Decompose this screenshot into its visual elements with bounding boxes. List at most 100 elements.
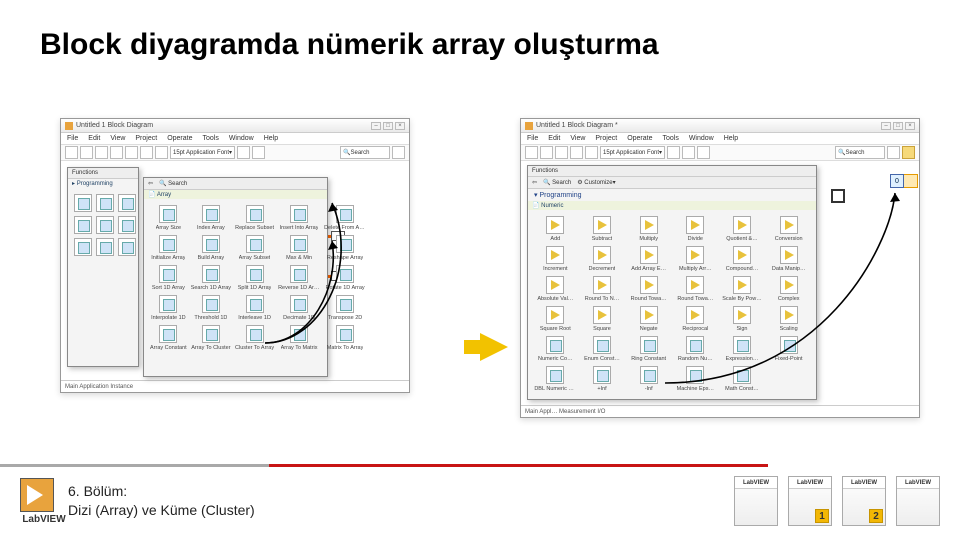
- maximize-button[interactable]: □: [383, 122, 393, 130]
- run-button[interactable]: [525, 146, 538, 159]
- palette-item[interactable]: Reverse 1D Array: [278, 265, 320, 291]
- menu-edit[interactable]: Edit: [548, 135, 560, 142]
- palette-item[interactable]: Matrix To Array: [324, 325, 366, 351]
- palette-item[interactable]: [74, 238, 92, 256]
- palette-item[interactable]: Increment: [534, 246, 577, 272]
- array-element-cell[interactable]: [904, 174, 918, 188]
- palette-item[interactable]: Interleave 1D: [235, 295, 274, 321]
- numeric-palette[interactable]: Functions ⇦ 🔍 Search ⚙ Customize▾ ▾ Prog…: [527, 165, 817, 400]
- palette-item[interactable]: Conversion: [767, 216, 810, 242]
- palette-item[interactable]: Array Subset: [235, 235, 274, 261]
- highlight-button[interactable]: [125, 146, 138, 159]
- palette-breadcrumb[interactable]: ▸ Programming: [68, 179, 138, 188]
- menu-project[interactable]: Project: [135, 135, 157, 142]
- palette-item[interactable]: DBL Numeric Constant: [534, 366, 577, 392]
- highlight-button[interactable]: [585, 146, 598, 159]
- palette-item[interactable]: Negate: [627, 306, 670, 332]
- abort-button[interactable]: [555, 146, 568, 159]
- close-button[interactable]: ×: [395, 122, 405, 130]
- minimize-button[interactable]: –: [371, 122, 381, 130]
- palette-item[interactable]: Add Array E…: [627, 246, 670, 272]
- help-button[interactable]: [887, 146, 900, 159]
- palette-item[interactable]: [74, 216, 92, 234]
- menu-help[interactable]: Help: [264, 135, 278, 142]
- palette-item[interactable]: Build Array: [191, 235, 231, 261]
- palette-item[interactable]: +Inf: [581, 366, 624, 392]
- palette-back-icon[interactable]: ⇦: [532, 179, 537, 186]
- palette-item[interactable]: Absolute Val…: [534, 276, 577, 302]
- constant-node[interactable]: [831, 189, 845, 203]
- vi-icon[interactable]: [902, 146, 915, 159]
- palette-item[interactable]: [118, 216, 136, 234]
- palette-item[interactable]: Add: [534, 216, 577, 242]
- palette-item[interactable]: -Inf: [627, 366, 670, 392]
- palette-item[interactable]: Round Towa…: [674, 276, 717, 302]
- palette-back-icon[interactable]: ⇦: [148, 180, 153, 187]
- palette-item[interactable]: Math Const…: [721, 366, 764, 392]
- palette-item[interactable]: Scale By Pow…: [721, 276, 764, 302]
- palette-item[interactable]: Array Size: [150, 205, 187, 231]
- palette-item[interactable]: Square Root: [534, 306, 577, 332]
- pause-button[interactable]: [570, 146, 583, 159]
- palette-item[interactable]: Reciprocal: [674, 306, 717, 332]
- menu-view[interactable]: View: [570, 135, 585, 142]
- palette-search[interactable]: 🔍 Search: [159, 180, 187, 187]
- palette-item[interactable]: Sign: [721, 306, 764, 332]
- palette-item[interactable]: Data Manip…: [767, 246, 810, 272]
- palette-item[interactable]: Delete From Array: [324, 205, 366, 231]
- palette-item[interactable]: Index Array: [191, 205, 231, 231]
- palette-item[interactable]: Insert Into Array: [278, 205, 320, 231]
- menu-operate[interactable]: Operate: [167, 135, 192, 142]
- palette-item[interactable]: Rotate 1D Array: [324, 265, 366, 291]
- palette-item[interactable]: Array Constant: [150, 325, 187, 351]
- palette-item[interactable]: [118, 238, 136, 256]
- window-titlebar[interactable]: Untitled 1 Block Diagram – □ ×: [61, 119, 409, 133]
- menu-operate[interactable]: Operate: [627, 135, 652, 142]
- menu-file[interactable]: File: [67, 135, 78, 142]
- array-index-cell[interactable]: 0: [890, 174, 904, 188]
- palette-item[interactable]: Reshape Array: [324, 235, 366, 261]
- palette-item[interactable]: Transpose 2D: [324, 295, 366, 321]
- palette-item[interactable]: Sort 1D Array: [150, 265, 187, 291]
- palette-item[interactable]: Subtract: [581, 216, 624, 242]
- palette-item[interactable]: Random Nu…: [674, 336, 717, 362]
- menubar[interactable]: File Edit View Project Operate Tools Win…: [521, 133, 919, 145]
- palette-item[interactable]: Machine Eps…: [674, 366, 717, 392]
- palette-item[interactable]: [96, 238, 114, 256]
- menu-tools[interactable]: Tools: [202, 135, 218, 142]
- abort-button[interactable]: [95, 146, 108, 159]
- palette-item[interactable]: Compound…: [721, 246, 764, 272]
- palette-item[interactable]: Interpolate 1D: [150, 295, 187, 321]
- palette-item[interactable]: Threshold 1D: [191, 295, 231, 321]
- palette-item[interactable]: Divide: [674, 216, 717, 242]
- distribute-button[interactable]: [252, 146, 265, 159]
- palette-item[interactable]: Fixed-Point: [767, 336, 810, 362]
- array-constant-node[interactable]: 0: [890, 174, 918, 188]
- menu-project[interactable]: Project: [595, 135, 617, 142]
- maximize-button[interactable]: □: [893, 122, 903, 130]
- palette-item[interactable]: [96, 216, 114, 234]
- palette-item[interactable]: Array To Matrix: [278, 325, 320, 351]
- palette-item[interactable]: [118, 194, 136, 212]
- palette-item[interactable]: Multiply Arr…: [674, 246, 717, 272]
- font-select[interactable]: 15pt Application Font ▾: [600, 146, 665, 159]
- palette-item[interactable]: Scaling: [767, 306, 810, 332]
- palette-item[interactable]: Expression…: [721, 336, 764, 362]
- reorder-button[interactable]: [697, 146, 710, 159]
- menu-help[interactable]: Help: [724, 135, 738, 142]
- palette-item[interactable]: Replace Subset: [235, 205, 274, 231]
- menubar[interactable]: File Edit View Project Operate Tools Win…: [61, 133, 409, 145]
- align-button[interactable]: [667, 146, 680, 159]
- palette-item[interactable]: Initialize Array: [150, 235, 187, 261]
- palette-item[interactable]: Array To Cluster: [191, 325, 231, 351]
- search-box[interactable]: 🔍 Search: [835, 146, 885, 159]
- palette-item[interactable]: Search 1D Array: [191, 265, 231, 291]
- functions-palette[interactable]: Functions ▸ Programming: [67, 167, 139, 367]
- palette-item[interactable]: Max & Min: [278, 235, 320, 261]
- help-button[interactable]: [392, 146, 405, 159]
- distribute-button[interactable]: [682, 146, 695, 159]
- palette-item[interactable]: Round Towa…: [627, 276, 670, 302]
- palette-item[interactable]: Enum Const…: [581, 336, 624, 362]
- menu-window[interactable]: Window: [689, 135, 714, 142]
- run-button[interactable]: [65, 146, 78, 159]
